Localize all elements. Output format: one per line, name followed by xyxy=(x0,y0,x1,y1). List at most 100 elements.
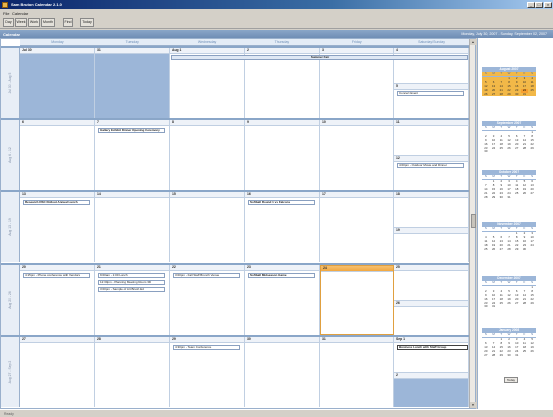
mini-day[interactable]: 28 xyxy=(521,301,529,306)
close-button[interactable]: × xyxy=(544,1,552,8)
day-number[interactable]: 23 xyxy=(245,265,319,271)
menu-file[interactable]: File xyxy=(3,11,9,16)
day-number[interactable]: 8 xyxy=(170,120,244,126)
day-cell[interactable]: 31 xyxy=(95,48,170,118)
mini-day[interactable]: 26 xyxy=(505,301,513,306)
mini-day[interactable]: 27 xyxy=(490,92,498,97)
day-number[interactable]: 30 xyxy=(245,337,319,343)
day-cell[interactable]: 9 xyxy=(245,120,320,190)
mini-day[interactable]: 31 xyxy=(490,305,498,309)
mini-day[interactable]: 26 xyxy=(528,349,536,354)
mini-day[interactable]: 26 xyxy=(521,191,529,196)
mini-day[interactable]: 28 xyxy=(482,195,490,200)
mini-day[interactable]: 29 xyxy=(490,195,498,200)
mini-day[interactable]: 29 xyxy=(497,353,505,358)
mini-day[interactable]: 27 xyxy=(497,247,505,252)
day-number[interactable]: 3 xyxy=(320,48,393,54)
day-cell-sunday[interactable]: 26 xyxy=(394,300,468,335)
calendar-event[interactable]: 4:00pm - Outdoor Movie and Dinner xyxy=(397,163,464,168)
day-cell[interactable]: 11 12 xyxy=(394,120,469,190)
mini-day[interactable]: 30 xyxy=(482,150,490,154)
day-number[interactable]: 6 xyxy=(20,120,94,126)
calendar-event[interactable]: 9:00am - 1:00 Lunch xyxy=(98,273,165,278)
mini-day[interactable]: 31 xyxy=(513,353,521,358)
mini-day[interactable]: 30 xyxy=(505,353,513,358)
day-view-button[interactable]: Day xyxy=(3,18,14,27)
calendar-event[interactable]: Gallery Exhibit Dinner Opening Ceremony xyxy=(98,128,165,133)
mini-day[interactable]: 28 xyxy=(497,92,505,97)
mini-day[interactable]: 28 xyxy=(521,146,529,151)
mini-day[interactable]: 27 xyxy=(482,353,490,358)
day-number[interactable]: 29 xyxy=(170,337,244,343)
calendar-event[interactable]: Business Lunch with Staff Group xyxy=(397,345,468,350)
week-label[interactable]: Aug 27 - Sep 2 xyxy=(1,337,20,407)
day-number[interactable]: Sep 1 xyxy=(394,337,468,343)
day-cell[interactable]: 18 19 xyxy=(394,192,469,262)
day-cell[interactable]: 17 xyxy=(320,192,394,262)
day-cell-sunday[interactable]: 5 xyxy=(394,83,468,118)
day-cell-sunday[interactable]: 2 xyxy=(394,372,468,407)
week-label[interactable]: Aug 6 - 12 xyxy=(1,120,20,190)
day-number[interactable]: 15 xyxy=(170,192,244,198)
day-number[interactable]: 12 xyxy=(394,156,468,162)
day-number[interactable]: 20 xyxy=(20,265,94,271)
day-cell[interactable]: 27 xyxy=(20,337,95,407)
mini-day[interactable]: 29 xyxy=(513,247,521,252)
day-number[interactable]: 14 xyxy=(95,192,169,198)
mini-day[interactable]: 28 xyxy=(490,353,498,358)
mini-day[interactable]: 27 xyxy=(528,191,536,196)
day-number[interactable]: 5 xyxy=(394,84,468,90)
maximize-button[interactable]: □ xyxy=(535,1,543,8)
day-number[interactable]: 26 xyxy=(394,301,468,307)
day-cell[interactable]: 8 xyxy=(170,120,245,190)
week-label[interactable]: Aug 13 - 19 xyxy=(1,192,20,262)
today-button[interactable]: Today xyxy=(504,377,518,383)
day-number[interactable]: 7 xyxy=(95,120,169,126)
day-number[interactable]: 24 xyxy=(321,266,393,272)
mini-day[interactable]: 27 xyxy=(513,146,521,151)
mini-day[interactable]: 31 xyxy=(521,92,529,97)
work-week-view-button[interactable]: Work xyxy=(28,18,40,27)
mini-day[interactable]: 25 xyxy=(521,349,529,354)
month-view-button[interactable]: Month xyxy=(41,18,55,27)
menu-calendar[interactable]: Calendar xyxy=(12,11,28,16)
day-cell[interactable]: 15 xyxy=(170,192,245,262)
day-cell[interactable]: 10 xyxy=(320,120,394,190)
scroll-thumb[interactable] xyxy=(470,214,476,228)
calendar-event[interactable]: 3:00pm - Sample of Art Brush Ed xyxy=(98,287,165,292)
calendar-event[interactable]: 12:30pm - Planning Meeting Room 3D xyxy=(98,280,165,285)
calendar-event[interactable]: Softball Midseason Game xyxy=(248,273,315,278)
calendar-event[interactable]: Research DSC Rollout Annual Lunch xyxy=(23,200,90,205)
mini-day[interactable]: 25 xyxy=(497,146,505,151)
today-toolbar-button[interactable]: Today xyxy=(80,18,94,27)
mini-day[interactable]: 25 xyxy=(513,191,521,196)
mini-day[interactable]: 29 xyxy=(505,92,513,97)
mini-day[interactable]: 25 xyxy=(528,88,536,93)
day-number[interactable]: 31 xyxy=(320,337,393,343)
week-view-button[interactable]: Week xyxy=(15,18,27,27)
day-number[interactable]: 10 xyxy=(320,120,393,126)
day-number[interactable]: 4 xyxy=(394,48,468,54)
day-number[interactable]: 22 xyxy=(170,265,244,271)
day-cell[interactable]: 28 xyxy=(95,337,170,407)
day-number[interactable]: 18 xyxy=(394,192,468,198)
day-number[interactable]: 27 xyxy=(20,337,94,343)
calendar-event[interactable]: 4:15pm - Phone conference with Vendors xyxy=(23,273,90,278)
mini-day[interactable]: 26 xyxy=(505,146,513,151)
calendar-event[interactable]: Softball Round 1 vs Falcons xyxy=(248,200,315,205)
mini-day[interactable]: 26 xyxy=(482,92,490,97)
scroll-down-icon[interactable]: ▼ xyxy=(470,402,476,408)
day-number[interactable]: 31 xyxy=(95,48,169,54)
day-number[interactable]: 28 xyxy=(95,337,169,343)
day-number[interactable]: 19 xyxy=(394,228,468,234)
day-number[interactable]: 25 xyxy=(394,265,468,271)
mini-day[interactable]: 25 xyxy=(497,301,505,306)
mini-day[interactable]: 27 xyxy=(513,301,521,306)
day-number[interactable]: Aug 1 xyxy=(170,48,244,54)
mini-day[interactable]: 29 xyxy=(528,301,536,306)
calendar-event[interactable]: 4:30pm - Team Conference xyxy=(173,345,240,350)
week-label[interactable]: Aug 20 - 26 xyxy=(1,265,20,335)
day-cell[interactable]: 31 xyxy=(320,337,394,407)
scroll-up-icon[interactable]: ▲ xyxy=(470,39,476,45)
day-cell-today[interactable]: 24 xyxy=(320,265,394,335)
